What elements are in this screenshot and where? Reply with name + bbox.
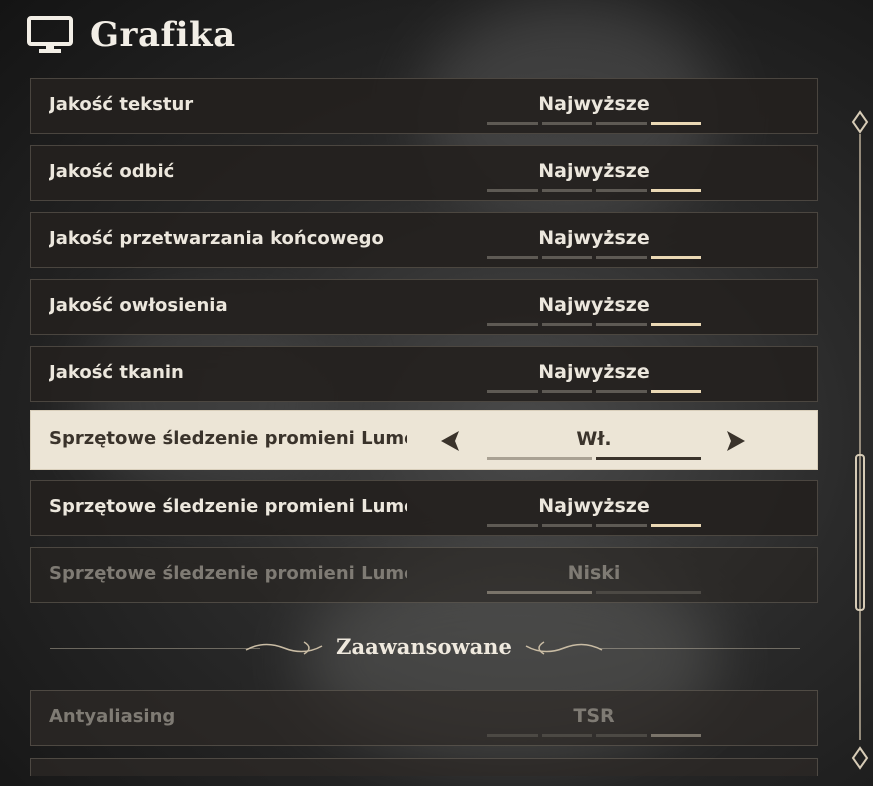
level-segment [650, 734, 701, 737]
arrow-left-icon[interactable] [439, 429, 463, 453]
level-segment [596, 256, 647, 259]
header: Grafika [26, 10, 236, 60]
level-segment [650, 390, 701, 393]
section-header-advanced: Zaawansowane [30, 632, 818, 664]
level-indicator [487, 189, 701, 192]
setting-label: Antyaliasing [49, 706, 176, 727]
level-segment [541, 189, 592, 192]
level-segment [650, 189, 701, 192]
level-segment [487, 256, 538, 259]
level-indicator [487, 524, 701, 527]
setting-row-cloth-quality[interactable]: Jakość tkanin Najwyższe [30, 346, 818, 402]
level-segment [487, 457, 592, 460]
setting-value: TSR [573, 705, 615, 727]
level-indicator [487, 122, 701, 125]
arrow-right-icon[interactable] [723, 429, 747, 453]
setting-value: Najwyższe [538, 227, 650, 249]
level-segment [541, 390, 592, 393]
setting-value: Najwyższe [538, 294, 650, 316]
level-indicator [487, 591, 701, 594]
level-segment [487, 323, 538, 326]
scroll-up-icon [851, 110, 869, 134]
monitor-icon [27, 16, 73, 53]
level-segment [650, 256, 701, 259]
level-segment [541, 323, 592, 326]
level-segment [596, 524, 647, 527]
level-segment [650, 122, 701, 125]
setting-value: Najwyższe [538, 495, 650, 517]
level-segment [596, 189, 647, 192]
setting-row-hair-quality[interactable]: Jakość owłosienia Najwyższe [30, 279, 818, 335]
setting-value: Najwyższe [538, 93, 650, 115]
setting-row-postprocess-quality[interactable]: Jakość przetwarzania końcowego Najwyższe [30, 212, 818, 268]
setting-row-hw-raytracing-lumen[interactable]: Sprzętowe śledzenie promieni Lumen Wł. [30, 410, 818, 470]
level-segment [487, 189, 538, 192]
setting-value: Najwyższe [538, 160, 650, 182]
level-segment [596, 323, 647, 326]
setting-row-antialiasing: Antyaliasing TSR [30, 690, 818, 746]
level-segment [541, 122, 592, 125]
setting-value: Najwyższe [538, 361, 650, 383]
flourish-right-icon [525, 641, 603, 655]
setting-label: Jakość tekstur [49, 94, 194, 115]
scrollbar[interactable] [850, 110, 870, 770]
setting-label: Sprzętowe śledzenie promieni Lumen [49, 563, 407, 584]
setting-label: Jakość owłosienia [49, 295, 228, 316]
level-segment [487, 591, 592, 594]
setting-label: Sprzętowe śledzenie promieni Lumen [49, 428, 407, 449]
level-segment [541, 524, 592, 527]
level-indicator [487, 457, 701, 460]
level-segment [541, 256, 592, 259]
setting-row-reflection-quality[interactable]: Jakość odbić Najwyższe [30, 145, 818, 201]
page-title: Grafika [90, 15, 236, 55]
scroll-down-icon [851, 746, 869, 770]
setting-row-hw-raytracing-lumen-quality[interactable]: Sprzętowe śledzenie promieni Lumen Najwy… [30, 480, 818, 536]
divider [600, 648, 800, 649]
setting-label: Jakość przetwarzania końcowego [49, 228, 384, 249]
setting-row-hw-raytracing-lumen-disabled: Sprzętowe śledzenie promieni Lumen Niski [30, 547, 818, 603]
level-segment [596, 457, 701, 460]
level-segment [650, 323, 701, 326]
section-title: Zaawansowane [336, 634, 512, 659]
level-segment [487, 734, 538, 737]
level-indicator [487, 390, 701, 393]
level-segment [596, 734, 647, 737]
level-segment [541, 734, 592, 737]
level-segment [596, 390, 647, 393]
setting-label: Sprzętowe śledzenie promieni Lumen [49, 496, 407, 517]
level-indicator [487, 734, 701, 737]
level-segment [487, 122, 538, 125]
level-segment [596, 591, 701, 594]
setting-label: Jakość tkanin [49, 362, 184, 383]
level-indicator [487, 323, 701, 326]
setting-value: Wł. [576, 428, 612, 450]
setting-row-texture-quality[interactable]: Jakość tekstur Najwyższe [30, 78, 818, 134]
level-segment [487, 390, 538, 393]
level-segment [650, 524, 701, 527]
setting-label: Jakość odbić [49, 161, 175, 182]
level-segment [596, 122, 647, 125]
setting-value: Niski [567, 562, 621, 584]
level-indicator [487, 256, 701, 259]
setting-row-partial [30, 758, 818, 776]
level-segment [487, 524, 538, 527]
